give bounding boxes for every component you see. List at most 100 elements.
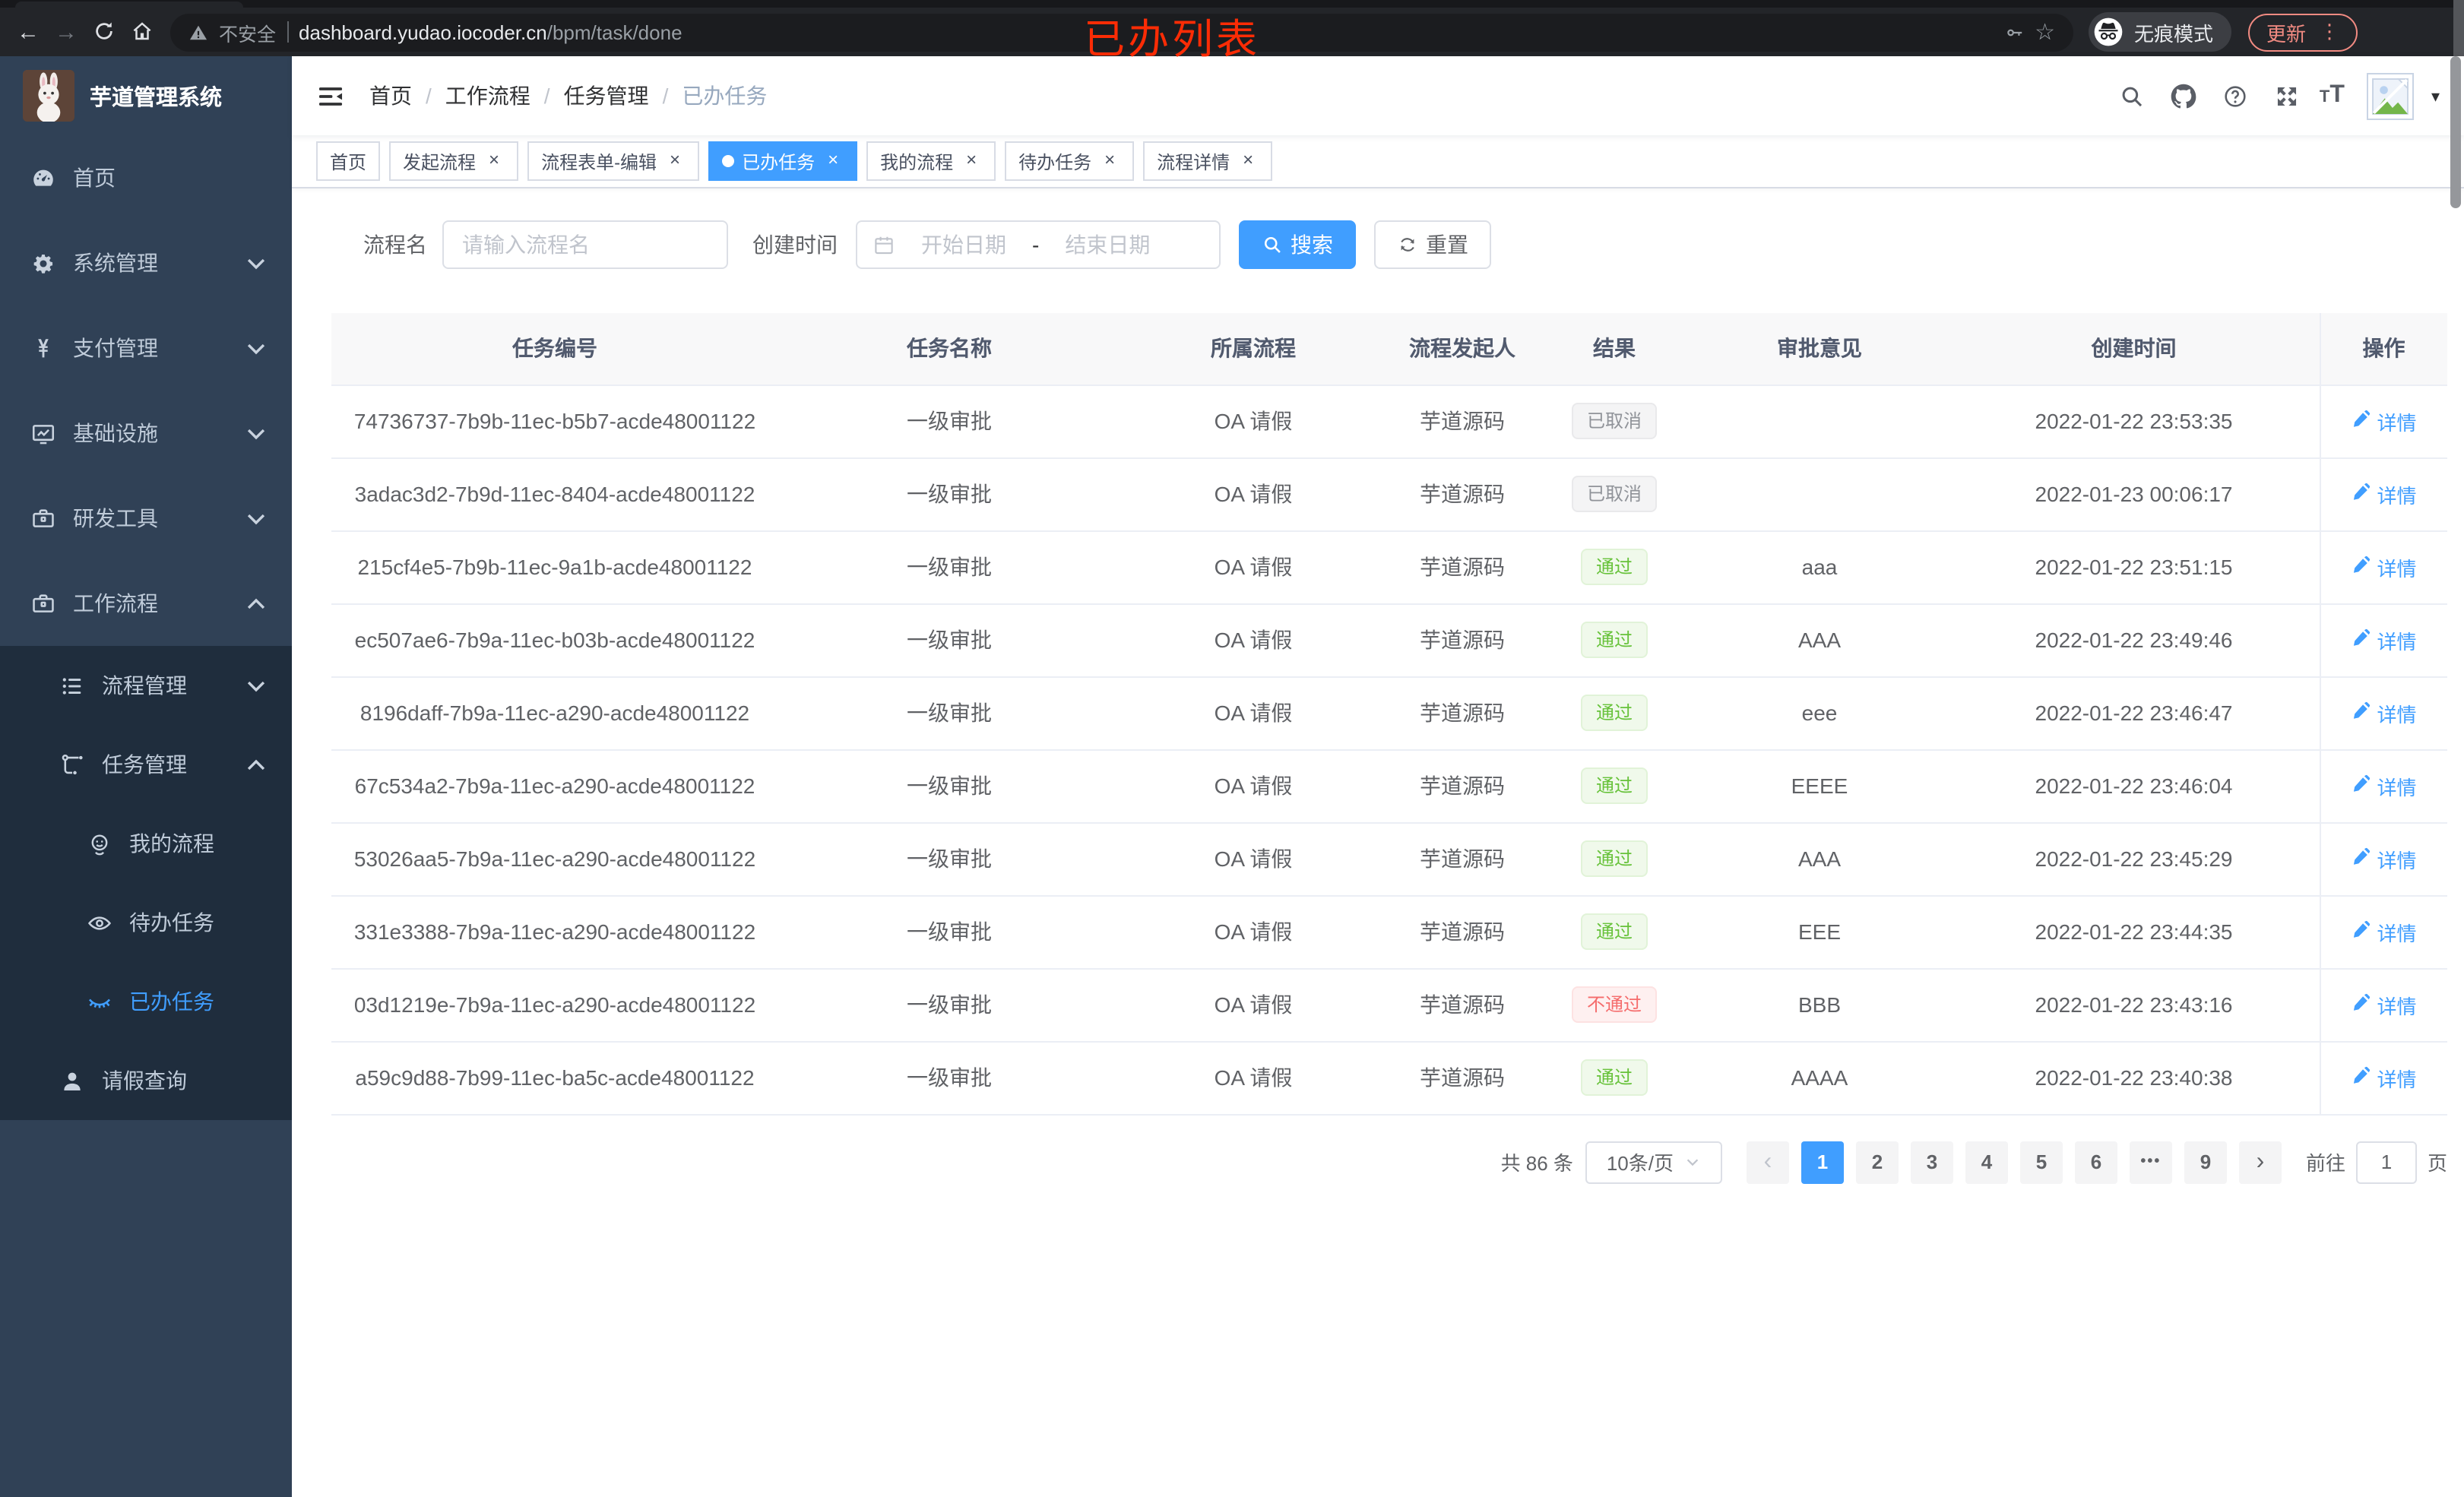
sidebar-item-my-process[interactable]: 我的流程 [0,804,292,883]
table-row: a59c9d88-7b99-11ec-ba5c-acde48001122 一级审批… [331,1041,2447,1115]
breadcrumb-item[interactable]: 首页 [369,81,412,111]
browser-menu-icon[interactable]: ⋮ [2320,20,2339,44]
sidebar-item-payment-mgmt[interactable]: 支付管理 [0,305,292,391]
fullscreen-icon[interactable] [2268,77,2306,115]
tab-my-process[interactable]: 我的流程 × [866,141,996,181]
breadcrumb-item[interactable]: 任务管理 [564,81,649,111]
sidebar-item-home[interactable]: 首页 [0,135,292,220]
sidebar-item-task-mgmt[interactable]: 任务管理 [0,725,292,804]
done-task-table: 任务编号 任务名称 所属流程 流程发起人 结果 审批意见 创建时间 操作 74736737-7… [331,313,2447,1115]
detail-button[interactable]: 详情 [2351,844,2417,873]
breadcrumb-item[interactable]: 工作流程 [445,81,530,111]
app-logo[interactable]: 芋道管理系统 [0,56,292,135]
sidebar-item-todo-tasks[interactable]: 待办任务 [0,883,292,962]
start-date-input[interactable] [901,233,1026,257]
result-cell: 已取消 [1538,385,1690,458]
page-button-6[interactable]: 6 [2074,1141,2117,1183]
page-button-4[interactable]: 4 [1965,1141,2008,1183]
tab-close-icon[interactable]: × [664,150,686,172]
chevron-up-icon [243,590,269,616]
font-size-icon[interactable]: TT [2320,82,2345,109]
prev-page-button[interactable]: ‹ [1746,1141,1789,1183]
tab-home[interactable]: 首页 [316,141,381,181]
result-badge: 已取消 [1571,476,1657,512]
detail-button[interactable]: 详情 [2351,771,2417,800]
page-button-2[interactable]: 2 [1855,1141,1899,1183]
github-icon[interactable] [2165,77,2203,115]
password-key-icon[interactable] [2004,22,2024,42]
tab-close-icon[interactable]: × [1237,150,1259,172]
breadcrumb-separator: / [426,84,432,108]
tab-process-detail[interactable]: 流程详情 × [1143,141,1273,181]
avatar-caret-icon[interactable]: ▾ [2431,86,2440,106]
bookmark-star-icon[interactable]: ☆ [2035,18,2055,46]
search-button[interactable]: 搜索 [1239,220,1356,269]
detail-button[interactable]: 详情 [2351,552,2417,581]
detail-button[interactable]: 详情 [2351,407,2417,435]
approval-comment: EEEE [1690,749,1949,823]
result-cell: 通过 [1538,676,1690,750]
browser-tab-top[interactable] [15,2,243,8]
question-icon[interactable] [2216,77,2254,115]
column-header: 所属流程 [1120,313,1386,385]
sidebar-item-infrastructure[interactable]: 基础设施 [0,391,292,476]
page-scrollbar[interactable] [2450,56,2461,208]
browser-home-icon[interactable] [123,19,161,45]
sidebar-item-leave-query[interactable]: 请假查询 [0,1041,292,1120]
sidebar-item-workflow[interactable]: 工作流程 [0,561,292,646]
create-time: 2022-01-22 23:46:04 [1949,749,2320,823]
sidebar-item-label: 研发工具 [73,506,158,530]
page-ellipsis-button[interactable]: ••• [2129,1141,2172,1183]
active-tab-dot [722,155,735,167]
page-button-5[interactable]: 5 [2019,1141,2063,1183]
sidebar-item-system-mgmt[interactable]: 系统管理 [0,220,292,305]
browser-back-icon[interactable]: ← [9,19,47,45]
avatar[interactable] [2367,72,2415,119]
create-time: 2022-01-22 23:51:15 [1949,530,2320,604]
browser-reload-icon[interactable] [85,19,123,45]
end-date-input[interactable] [1045,233,1170,257]
update-button[interactable]: 更新 ⋮ [2248,13,2358,51]
process-starter: 芋道源码 [1386,749,1538,823]
sidebar-item-process-mgmt[interactable]: 流程管理 [0,646,292,725]
result-badge: 通过 [1580,549,1648,585]
pen-icon [2351,919,2371,944]
tab-close-icon[interactable]: × [483,150,505,172]
detail-button[interactable]: 详情 [2351,625,2417,654]
sidebar-menu: 首页 系统管理支付管理基础设施研发工具工作流程 流程管理 任务管理 我的流程 待办任务 已办… [0,135,292,1120]
goto-page-input[interactable] [2355,1141,2417,1183]
page-button-3[interactable]: 3 [1910,1141,1953,1183]
reset-button[interactable]: 重置 [1374,220,1491,269]
tab-close-icon[interactable]: × [961,150,982,172]
date-range-picker[interactable]: - [856,220,1221,269]
tab-done-tasks[interactable]: 已办任务 × [708,141,858,181]
goto-page: 前往 页 [2306,1141,2447,1183]
sidebar-item-done-tasks[interactable]: 已办任务 [0,962,292,1041]
detail-button[interactable]: 详情 [2351,917,2417,946]
detail-button[interactable]: 详情 [2351,479,2417,508]
page-button-9[interactable]: 9 [2184,1141,2227,1183]
tab-close-icon[interactable]: × [822,150,844,172]
detail-button[interactable]: 详情 [2351,698,2417,727]
sidebar-collapse-icon[interactable] [316,81,345,110]
tab-todo-tasks[interactable]: 待办任务 × [1005,141,1135,181]
next-page-button[interactable]: › [2238,1141,2282,1183]
detail-button[interactable]: 详情 [2351,1063,2417,1092]
table-row: ec507ae6-7b9a-11ec-b03b-acde48001122 一级审批… [331,603,2447,677]
tab-form-edit[interactable]: 流程表单-编辑 × [527,141,700,181]
search-icon[interactable] [2113,77,2151,115]
browser-forward-icon[interactable]: → [47,19,85,45]
page-size-select[interactable]: 10条/页 [1585,1141,1722,1183]
sidebar-item-label: 支付管理 [73,336,158,360]
action-cell: 详情 [2319,603,2447,677]
eye-closed-icon [87,989,112,1014]
tab-close-icon[interactable]: × [1099,150,1120,172]
dashboard-icon [30,165,56,191]
browser-chrome: ← → 不安全 dashboard.yudao.iocoder.cn/bpm/t… [0,0,2464,62]
sidebar-item-dev-tools[interactable]: 研发工具 [0,476,292,561]
url-bar[interactable]: 不安全 dashboard.yudao.iocoder.cn/bpm/task/… [170,13,2073,51]
page-button-1[interactable]: 1 [1800,1141,1844,1183]
detail-button[interactable]: 详情 [2351,990,2417,1019]
tab-start-process[interactable]: 发起流程 × [389,141,519,181]
process-name-input[interactable] [442,220,728,269]
